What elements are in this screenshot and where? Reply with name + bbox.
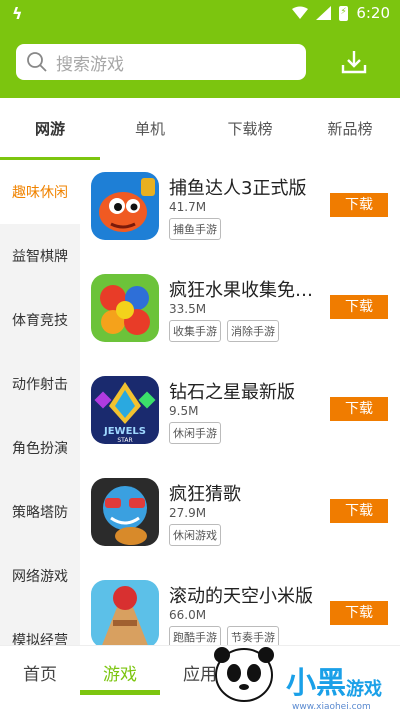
- sidebar-item-rpg[interactable]: 角色扮演: [0, 416, 80, 480]
- game-tags: 收集手游 消除手游: [169, 320, 279, 342]
- battery-icon: [339, 5, 349, 21]
- search-placeholder: 搜索游戏: [56, 54, 124, 75]
- watermark-logo: 小黑 游戏 www.xiaohei.com: [214, 647, 382, 712]
- nav-active-indicator: [80, 690, 160, 695]
- svg-text:小黑: 小黑: [286, 666, 346, 701]
- list-item[interactable]: 疯狂水果收集免… 33.5M 收集手游 消除手游 下载: [80, 262, 400, 364]
- download-button[interactable]: 下载: [330, 601, 388, 625]
- tab-download-chart[interactable]: 下载榜: [200, 98, 300, 160]
- game-tags: 跑酷手游 节奏手游: [169, 626, 279, 645]
- list-item[interactable]: JEWELS STAR 钻石之星最新版 9.5M 休闲手游 下载: [80, 364, 400, 466]
- tab-online-games[interactable]: 网游: [0, 98, 100, 160]
- download-button[interactable]: 下载: [330, 295, 388, 319]
- download-button[interactable]: 下载: [330, 193, 388, 217]
- jewel-game-icon: JEWELS STAR: [91, 376, 159, 444]
- sidebar-item-casual[interactable]: 趣味休闲: [0, 160, 80, 224]
- game-title: 疯狂猜歌: [169, 484, 241, 505]
- sidebar-item-strategy[interactable]: 策略塔防: [0, 480, 80, 544]
- list-item[interactable]: 捕鱼达人3正式版 41.7M 捕鱼手游 下载: [80, 160, 400, 262]
- list-item[interactable]: 滚动的天空小米版 66.0M 跑酷手游 节奏手游 下载: [80, 568, 400, 645]
- tab-single-player[interactable]: 单机: [100, 98, 200, 160]
- status-bar: ϟ 6:20: [0, 0, 400, 30]
- nav-home[interactable]: 首页: [5, 660, 75, 685]
- game-tag[interactable]: 消除手游: [227, 320, 279, 342]
- app-notification-icon: ϟ: [12, 4, 23, 23]
- game-size: 41.7M: [169, 200, 207, 214]
- download-button[interactable]: 下载: [330, 499, 388, 523]
- wifi-icon: [292, 6, 309, 19]
- svg-text:STAR: STAR: [117, 437, 132, 444]
- game-tags: 休闲手游: [169, 422, 221, 444]
- sidebar-item-puzzle-board[interactable]: 益智棋牌: [0, 224, 80, 288]
- fish-game-icon: [91, 172, 159, 240]
- game-size: 9.5M: [169, 404, 199, 418]
- game-tag[interactable]: 跑酷手游: [169, 626, 221, 645]
- fruit-game-icon: [91, 274, 159, 342]
- signal-icon: [316, 6, 332, 20]
- search-icon: [27, 52, 47, 72]
- game-tags: 休闲游戏: [169, 524, 221, 546]
- status-time: 6:20: [356, 4, 390, 22]
- game-size: 27.9M: [169, 506, 207, 520]
- game-title: 疯狂水果收集免…: [169, 280, 313, 301]
- game-title: 滚动的天空小米版: [169, 586, 313, 607]
- sidebar-item-simulation[interactable]: 模拟经营: [0, 608, 80, 645]
- game-size: 66.0M: [169, 608, 207, 622]
- svg-text:游戏: 游戏: [346, 678, 382, 700]
- category-tabs: 网游 单机 下载榜 新品榜: [0, 98, 400, 160]
- sidebar-item-action-shooter[interactable]: 动作射击: [0, 352, 80, 416]
- rolling-sky-icon: [91, 580, 159, 645]
- svg-text:JEWELS: JEWELS: [103, 426, 146, 437]
- game-tag[interactable]: 节奏手游: [227, 626, 279, 645]
- svg-text:www.xiaohei.com: www.xiaohei.com: [292, 702, 371, 712]
- guess-song-icon: [91, 478, 159, 546]
- download-button[interactable]: 下载: [330, 397, 388, 421]
- game-tag[interactable]: 收集手游: [169, 320, 221, 342]
- game-tag[interactable]: 休闲游戏: [169, 524, 221, 546]
- game-tag[interactable]: 休闲手游: [169, 422, 221, 444]
- sidebar-item-sports[interactable]: 体育竞技: [0, 288, 80, 352]
- tab-new-chart[interactable]: 新品榜: [300, 98, 400, 160]
- game-title: 钻石之星最新版: [169, 382, 295, 403]
- game-title: 捕鱼达人3正式版: [169, 178, 307, 199]
- list-item[interactable]: 疯狂猜歌 27.9M 休闲游戏 下载: [80, 466, 400, 568]
- sidebar-item-online[interactable]: 网络游戏: [0, 544, 80, 608]
- download-manager-icon[interactable]: [340, 48, 368, 76]
- header: 搜索游戏: [0, 30, 400, 98]
- game-size: 33.5M: [169, 302, 207, 316]
- search-input[interactable]: 搜索游戏: [16, 44, 306, 80]
- game-tags: 捕鱼手游: [169, 218, 221, 240]
- genre-sidebar: 趣味休闲 益智棋牌 体育竞技 动作射击 角色扮演 策略塔防 网络游戏 模拟经营: [0, 160, 80, 645]
- game-list: 捕鱼达人3正式版 41.7M 捕鱼手游 下载 疯狂水果收集免… 33.5M 收集…: [80, 160, 400, 645]
- nav-games[interactable]: 游戏: [85, 660, 155, 685]
- game-tag[interactable]: 捕鱼手游: [169, 218, 221, 240]
